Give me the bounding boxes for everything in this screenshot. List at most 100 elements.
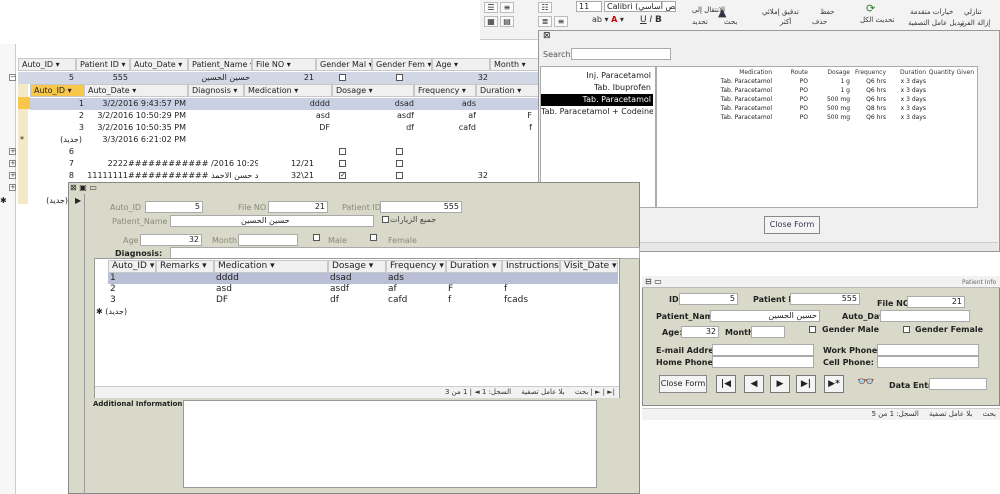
visit-column-header[interactable]: Visit_Date ▾ — [560, 260, 618, 273]
close-icon[interactable]: ⊠ — [543, 31, 551, 41]
gender-male-checkbox[interactable] — [339, 148, 346, 155]
ribbon-refresh[interactable]: تحديث الكل — [860, 16, 894, 24]
nav-record[interactable]: السجل: 1 من 5 — [872, 410, 919, 418]
gender-male-checkbox[interactable] — [339, 74, 346, 81]
month-field[interactable] — [751, 326, 785, 338]
visit-cell-dosage[interactable]: df — [330, 294, 386, 306]
ribbon-delete[interactable]: حذف — [812, 18, 827, 26]
sub-cell-date[interactable]: 3/2/2016 10:50:35 PM — [84, 122, 186, 134]
file-no-field[interactable]: 21 — [268, 201, 328, 213]
sub-column-header[interactable]: Medication ▾ — [244, 84, 332, 97]
nav-filter[interactable]: بلا عامل تصفية — [521, 388, 564, 396]
next-record-button[interactable]: ▶ — [770, 375, 790, 393]
align-center-icon[interactable]: ≡ — [554, 16, 568, 27]
cell-patient-id[interactable]: 555 — [78, 72, 128, 84]
gender-female-checkbox[interactable] — [396, 172, 403, 179]
ribbon-select[interactable]: تحديد — [692, 18, 708, 26]
male-checkbox[interactable] — [313, 234, 320, 241]
visit-cell-medication[interactable]: DF — [216, 294, 328, 306]
expand-icon[interactable]: + — [9, 184, 16, 191]
new-record-button[interactable]: ▶* — [824, 375, 844, 393]
cell-patient-id[interactable]: 11111111 — [78, 170, 128, 182]
auto-date-field[interactable] — [880, 310, 970, 322]
font-name-select[interactable]: Calibri (نص أساسي) — [604, 1, 676, 12]
close-icon[interactable]: ⊟ ▭ — [645, 277, 662, 286]
gender-female-checkbox[interactable] — [396, 148, 403, 155]
visit-nav-bar[interactable]: بحث بلا عامل تصفية السجل: 1 ◄ | 1 من 3 |… — [95, 386, 619, 398]
cell-auto-id[interactable]: 8 — [22, 170, 74, 182]
all-visits-checkbox[interactable] — [382, 216, 389, 223]
id-field[interactable]: 5 — [679, 293, 738, 305]
column-header[interactable]: Age ▾ — [432, 58, 490, 71]
ribbon-spelling[interactable]: تدقيق إملائي — [762, 8, 799, 16]
list-item[interactable]: Tab. Ibuprofen — [541, 82, 653, 94]
record-selector-arrow[interactable]: ▶ — [75, 196, 81, 205]
sub-column-header[interactable]: Duration ▾ — [476, 84, 540, 97]
visit-cell-duration[interactable]: f — [448, 294, 502, 306]
sub-cell-frequency[interactable]: af — [414, 110, 476, 122]
age-field[interactable]: 32 — [681, 326, 719, 338]
ribbon-remove-sort[interactable]: إزالة الفرز — [960, 19, 990, 27]
previous-record-button[interactable]: ◀ — [744, 375, 764, 393]
cell-file-no[interactable]: 32\21 — [262, 170, 314, 182]
auto-id-field[interactable]: 5 — [145, 201, 203, 213]
cell-patient-name[interactable]: حسين الحسين — [188, 72, 250, 84]
ribbon-advanced[interactable]: خيارات متقدمة — [910, 8, 953, 16]
visit-cell-remarks[interactable] — [158, 294, 214, 306]
cell-file-no[interactable]: 12/21 — [262, 158, 314, 170]
column-header[interactable]: Auto_ID ▾ — [18, 58, 76, 71]
sub-cell-dosage[interactable]: df — [332, 122, 414, 134]
sub-cell-medication[interactable]: DF — [244, 122, 330, 134]
name-field[interactable]: حسين الحسين — [710, 310, 820, 322]
expand-icon[interactable]: + — [9, 172, 16, 179]
column-header[interactable]: Gender Mal ▾ — [316, 58, 372, 71]
sub-cell-id[interactable]: 1 — [30, 98, 86, 110]
ribbon-descending[interactable]: تنازلي — [964, 8, 982, 16]
cell-age[interactable]: 32 — [432, 170, 488, 182]
column-header[interactable]: Patient ID ▾ — [76, 58, 130, 71]
column-header[interactable]: Auto_Date ▾ — [130, 58, 188, 71]
gender-female-checkbox[interactable] — [903, 326, 910, 333]
sub-cell-duration[interactable]: F — [476, 110, 532, 122]
list-item[interactable]: Tab. Paracetamol — [541, 94, 653, 106]
gender-male-checkbox-checked[interactable]: ✓ — [339, 172, 346, 179]
align-right-icon[interactable]: ≣ — [538, 16, 552, 27]
column-header[interactable]: File NO ▾ — [252, 58, 316, 71]
sub-cell-dosage[interactable]: dsad — [332, 98, 414, 110]
nav-filter[interactable]: بلا عامل تصفية — [929, 410, 972, 418]
sub-cell-frequency[interactable]: cafd — [414, 122, 476, 134]
ribbon-find[interactable]: بحث — [724, 18, 737, 26]
nav-search[interactable]: بحث — [575, 388, 588, 396]
month-field[interactable] — [238, 234, 298, 246]
sub-column-header[interactable]: Dosage ▾ — [332, 84, 414, 97]
align-icon[interactable]: ☷ — [538, 2, 552, 13]
cell-patient-id[interactable]: 2222 — [78, 158, 128, 170]
visit-cell-id[interactable]: 3 — [110, 294, 156, 306]
refresh-icon[interactable]: ⟳ — [866, 2, 875, 15]
sub-cell-date[interactable]: 3/2/2016 10:50:29 PM — [84, 110, 186, 122]
cell-auto-date[interactable]: ############ خالد حسن الاحمد — [128, 170, 258, 182]
sub-cell-id[interactable]: 3 — [30, 122, 86, 134]
home-phone-field[interactable] — [712, 356, 814, 368]
gender-male-checkbox[interactable] — [809, 326, 816, 333]
ribbon-more[interactable]: أكثر — [780, 18, 791, 26]
additional-info-textarea[interactable] — [183, 400, 597, 488]
sub-column-header[interactable]: Frequency ▾ — [414, 84, 476, 97]
cell-auto-id[interactable]: 7 — [22, 158, 74, 170]
gridlines-icon[interactable]: ▤ — [500, 16, 514, 27]
cell-auto-id[interactable]: 5 — [22, 72, 74, 84]
sub-cell-medication[interactable]: dddd — [244, 98, 330, 110]
file-no-field[interactable]: 21 — [907, 296, 965, 308]
email-field[interactable] — [712, 344, 814, 356]
age-field[interactable]: 32 — [140, 234, 202, 246]
last-record-button[interactable]: ▶| — [796, 375, 816, 393]
patient-id-field[interactable]: 555 — [790, 293, 860, 305]
work-phone-field[interactable] — [877, 344, 979, 356]
cell-phone-field[interactable] — [877, 356, 979, 368]
visit-cell-instructions[interactable]: fcads — [504, 294, 560, 306]
patient-id-field[interactable]: 555 — [380, 201, 462, 213]
gender-female-checkbox[interactable] — [396, 160, 403, 167]
close-form-button[interactable]: Close Form — [764, 216, 820, 234]
sub-cell-id[interactable]: 2 — [30, 110, 86, 122]
column-header[interactable]: Month ▾ — [490, 58, 540, 71]
